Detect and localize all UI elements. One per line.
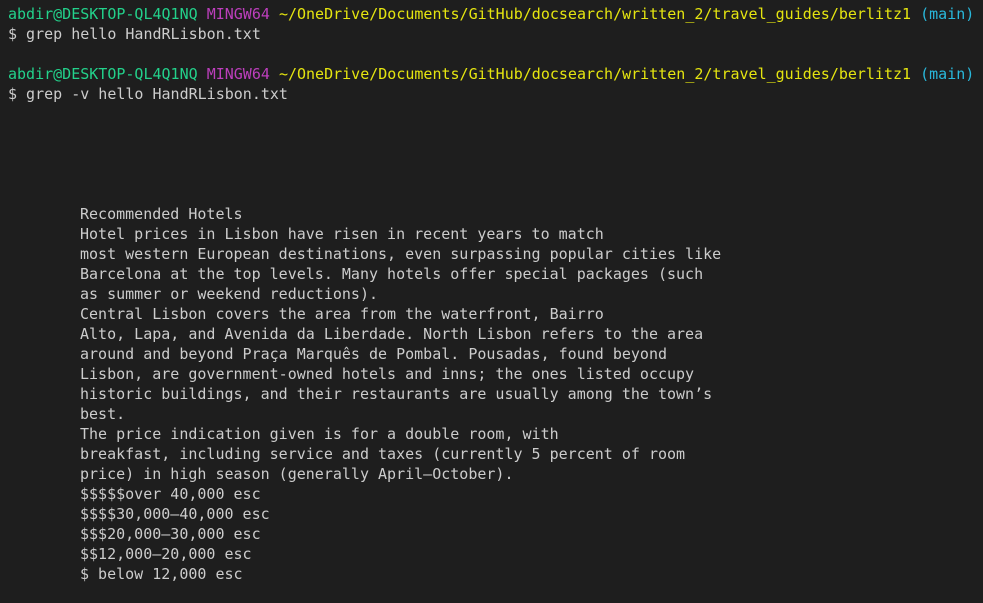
user-host: abdir@DESKTOP-QL4Q1NQ [8,65,198,83]
terminal-window[interactable]: abdir@DESKTOP-QL4Q1NQ MINGW64 ~/OneDrive… [0,0,983,603]
output-line: $$12,000–20,000 esc [80,545,252,563]
shell-name: MINGW64 [206,65,270,83]
output-line: as summer or weekend reductions). [80,285,379,303]
command-line: $ grep -v hello HandRLisbon.txt [8,85,288,103]
prompt-line: abdir@DESKTOP-QL4Q1NQ MINGW64 ~/OneDrive… [8,4,983,24]
output-line: historic buildings, and their restaurant… [80,385,713,403]
command-output: Recommended Hotels Hotel prices in Lisbo… [8,204,983,584]
output-line: breakfast, including service and taxes (… [80,445,686,463]
output-line: most western European destinations, even… [80,245,722,263]
output-line: Recommended Hotels [80,205,243,223]
output-line: $ below 12,000 esc [80,565,243,583]
working-directory: ~/OneDrive/Documents/GitHub/docsearch/wr… [278,5,912,23]
output-line: Hotel prices in Lisbon have risen in rec… [80,225,604,243]
output-line: Lisbon, are government-owned hotels and … [80,365,695,383]
user-host: abdir@DESKTOP-QL4Q1NQ [8,5,198,23]
output-line: best. [80,405,126,423]
output-line: Alto, Lapa, and Avenida da Liberdade. No… [80,325,704,343]
output-line: Barcelona at the top levels. Many hotels… [80,265,704,283]
git-branch: (main) [920,5,975,23]
output-line: around and beyond Praça Marquês de Pomba… [80,345,667,363]
working-directory: ~/OneDrive/Documents/GitHub/docsearch/wr… [278,65,912,83]
prompt-line: abdir@DESKTOP-QL4Q1NQ MINGW64 ~/OneDrive… [8,64,983,84]
output-line: price) in high season (generally April–O… [80,465,514,483]
output-line: The price indication given is for a doub… [80,425,559,443]
command-line: $ grep hello HandRLisbon.txt [8,25,261,43]
git-branch: (main) [920,65,975,83]
output-line: $$$$$over 40,000 esc [80,485,261,503]
output-line: $$$20,000–30,000 esc [80,525,261,543]
output-line: Central Lisbon covers the area from the … [80,305,604,323]
shell-name: MINGW64 [206,5,270,23]
output-line: $$$$30,000–40,000 esc [80,505,270,523]
